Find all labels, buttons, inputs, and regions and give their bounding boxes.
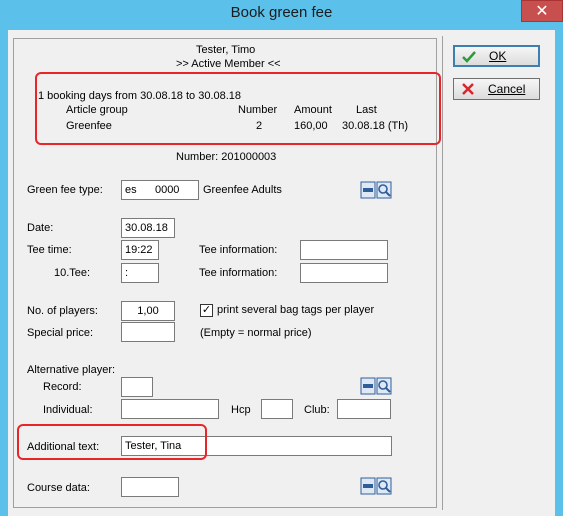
member-name: Tester, Timo — [196, 44, 256, 56]
tee-time-label: Tee time: — [27, 244, 72, 256]
special-price-label: Special price: — [27, 327, 94, 339]
club-label: Club: — [304, 404, 330, 416]
lookup-icon[interactable] — [360, 477, 392, 495]
hcp-label: Hcp — [231, 404, 251, 416]
tee-info-label-1: Tee information: — [199, 244, 278, 256]
special-price-hint: (Empty = normal price) — [200, 327, 312, 339]
print-bag-tags-checkbox[interactable]: ✓ — [200, 304, 213, 317]
individual-input[interactable] — [121, 399, 219, 419]
date-input[interactable]: 30.08.18 — [121, 218, 175, 238]
individual-label: Individual: — [43, 404, 93, 416]
x-icon — [462, 83, 474, 95]
date-label: Date: — [27, 222, 54, 234]
print-bag-tags-label: print several bag tags per player — [217, 304, 375, 316]
cancel-button-label: Cancel — [488, 82, 526, 96]
ok-button[interactable]: OK — [453, 45, 540, 67]
ok-button-label: OK — [489, 49, 507, 63]
tee-time-input[interactable]: 19:22 — [121, 240, 159, 260]
club-input[interactable] — [337, 399, 391, 419]
member-status: >> Active Member << — [176, 58, 281, 70]
close-button[interactable]: ✕ — [521, 0, 563, 22]
window-frame-right — [555, 30, 563, 516]
tee10-input[interactable]: : — [121, 263, 159, 283]
green-fee-type-label: Green fee type: — [27, 184, 103, 196]
record-label: Record: — [43, 381, 82, 393]
lookup-icon[interactable] — [360, 181, 392, 199]
players-label: No. of players: — [27, 305, 98, 317]
hcp-input[interactable] — [261, 399, 293, 419]
players-input[interactable]: 1,00 — [121, 301, 175, 321]
cancel-button[interactable]: Cancel — [453, 78, 540, 100]
booking-highlight-box — [35, 72, 441, 145]
green-fee-description: Greenfee Adults — [203, 184, 282, 196]
lookup-icon[interactable] — [360, 377, 392, 395]
booking-number: Number: 201000003 — [176, 151, 277, 163]
check-icon: ✓ — [201, 304, 212, 316]
tee-info-input-1[interactable] — [300, 240, 388, 260]
window-frame-left — [0, 30, 8, 516]
close-icon: ✕ — [535, 3, 549, 20]
tee10-label: 10.Tee: — [54, 267, 91, 279]
panel-separator — [442, 36, 443, 510]
alt-player-label: Alternative player: — [27, 364, 116, 376]
tee-info-label-2: Tee information: — [199, 267, 278, 279]
check-icon — [462, 51, 476, 63]
tee-info-input-2[interactable] — [300, 263, 388, 283]
course-data-input[interactable] — [121, 477, 179, 497]
course-data-label: Course data: — [27, 482, 90, 494]
special-price-input[interactable] — [121, 322, 175, 342]
additional-text-highlight-box — [17, 424, 207, 460]
window-title: Book green fee — [230, 4, 333, 21]
record-input[interactable] — [121, 377, 153, 397]
green-fee-type-input[interactable]: es 0000 — [121, 180, 199, 200]
